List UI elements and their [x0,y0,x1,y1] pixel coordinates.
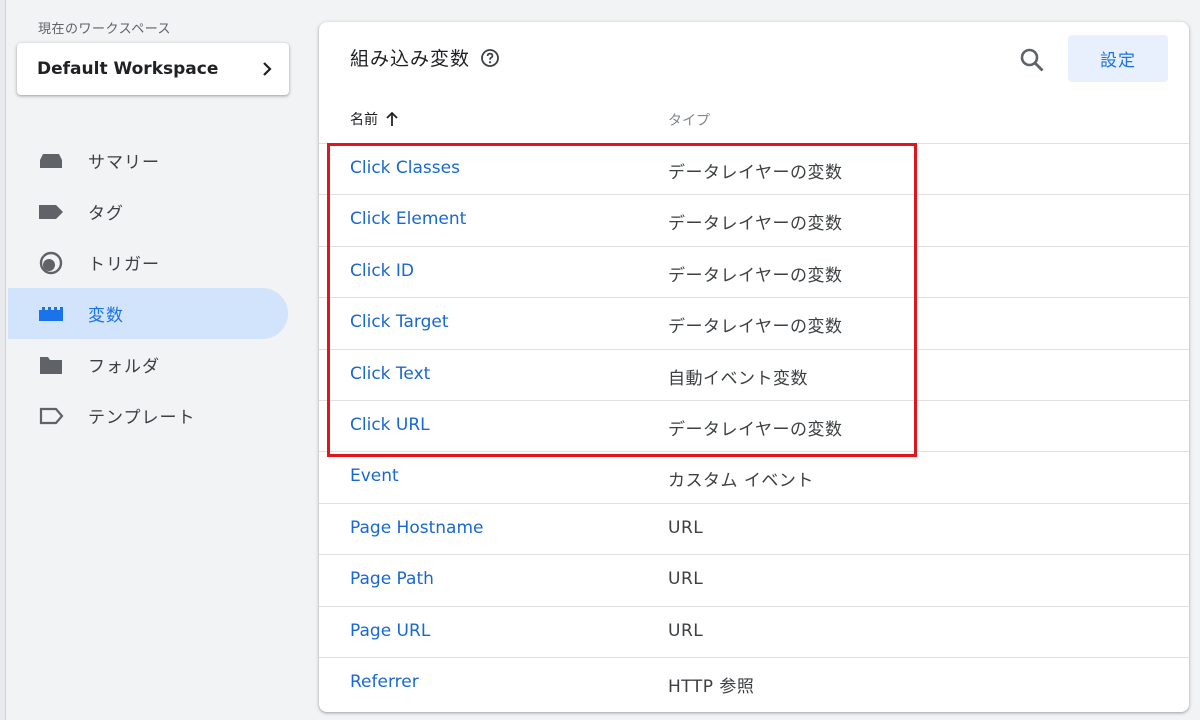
sidebar-item-label: タグ [88,204,124,224]
table-row: Event カスタム イベント [319,452,1189,504]
sort-ascending-icon [386,111,398,126]
sidebar-nav: サマリー タグ トリガー 変数 フォルダ テンプレート [8,135,298,441]
sidebar: 現在のワークスペース Default Workspace サマリー タグ トリガ… [8,0,298,720]
search-icon [1020,48,1044,72]
column-header-name-label: 名前 [350,112,378,128]
table-row: Click ID データレイヤーの変数 [319,247,1189,299]
table-row: Click Classes データレイヤーの変数 [319,144,1189,196]
sidebar-item-label: テンプレート [88,408,196,428]
variable-name-link[interactable]: Page Hostname [350,518,483,538]
variable-type: データレイヤーの変数 [668,163,843,183]
sidebar-item-summary[interactable]: サマリー [8,135,298,186]
variable-type: データレイヤーの変数 [668,265,843,286]
variables-icon [38,304,64,324]
table-row: Click Element データレイヤーの変数 [319,195,1189,247]
variable-type: データレイヤーの変数 [668,214,843,235]
variable-type: データレイヤーの変数 [668,419,843,440]
template-icon [38,406,64,426]
variable-name-link[interactable]: Click Text [350,364,430,384]
variable-name-link[interactable]: Page Path [350,569,434,589]
variable-name-link[interactable]: Referrer [350,672,419,692]
sidebar-item-label: フォルダ [88,357,160,377]
table-row: Referrer HTTP 参照 [319,658,1189,709]
variable-name-link[interactable]: Click Element [350,209,466,229]
sidebar-item-folders[interactable]: フォルダ [8,339,298,390]
variable-name-link[interactable]: Click ID [350,261,414,281]
page-title: 組み込み変数 [350,44,500,71]
table-row: Click Text 自動イベント変数 [319,350,1189,401]
variable-name-link[interactable]: Page URL [350,621,430,641]
trigger-icon [38,251,64,274]
builtin-variables-card: 組み込み変数 設定 名前 タイプ Click Classes データレイヤーの変… [319,22,1189,712]
sidebar-item-tags[interactable]: タグ [8,186,298,237]
variable-type: データレイヤーの変数 [668,317,843,338]
chevron-right-icon [263,62,272,76]
search-button[interactable] [1017,45,1047,75]
workspace-name: Default Workspace [37,59,219,79]
variable-name-link[interactable]: Click URL [350,415,430,435]
variable-name-link[interactable]: Event [350,466,399,486]
settings-button[interactable]: 設定 [1068,35,1168,82]
variable-type: HTTP 参照 [668,676,755,697]
table-row: Page URL URL [319,607,1189,658]
variable-type: URL [668,517,704,538]
table-row: Page Hostname URL [319,504,1189,556]
page-title-text: 組み込み変数 [350,48,471,70]
variable-type: URL [668,569,704,590]
tag-icon [38,202,64,222]
variable-type: カスタム イベント [668,471,814,492]
sidebar-item-variables[interactable]: 変数 [8,288,288,339]
folder-icon [38,355,64,375]
table-header: 名前 タイプ [319,96,1189,144]
window-edge [0,0,6,720]
summary-icon [38,151,64,171]
help-icon[interactable] [480,48,500,68]
variables-table: Click Classes データレイヤーの変数 Click Element デ… [319,144,1189,709]
variable-name-link[interactable]: Click Classes [350,158,460,178]
table-row: Click Target データレイヤーの変数 [319,298,1189,350]
sidebar-item-label: 変数 [88,306,124,326]
variable-name-link[interactable]: Click Target [350,312,449,332]
workspace-label: 現在のワークスペース [38,22,172,37]
sidebar-item-triggers[interactable]: トリガー [8,237,298,288]
sidebar-item-label: サマリー [88,153,160,173]
sidebar-item-label: トリガー [88,255,160,275]
variable-type: 自動イベント変数 [668,368,808,389]
column-header-name[interactable]: 名前 [350,109,400,129]
table-row: Click URL データレイヤーの変数 [319,401,1189,453]
workspace-selector[interactable]: Default Workspace [17,43,289,95]
variable-type: URL [668,620,704,641]
column-header-type: タイプ [668,113,710,129]
sidebar-item-templates[interactable]: テンプレート [8,390,298,441]
card-header: 組み込み変数 設定 [319,22,1189,96]
table-row: Page Path URL [319,555,1189,607]
